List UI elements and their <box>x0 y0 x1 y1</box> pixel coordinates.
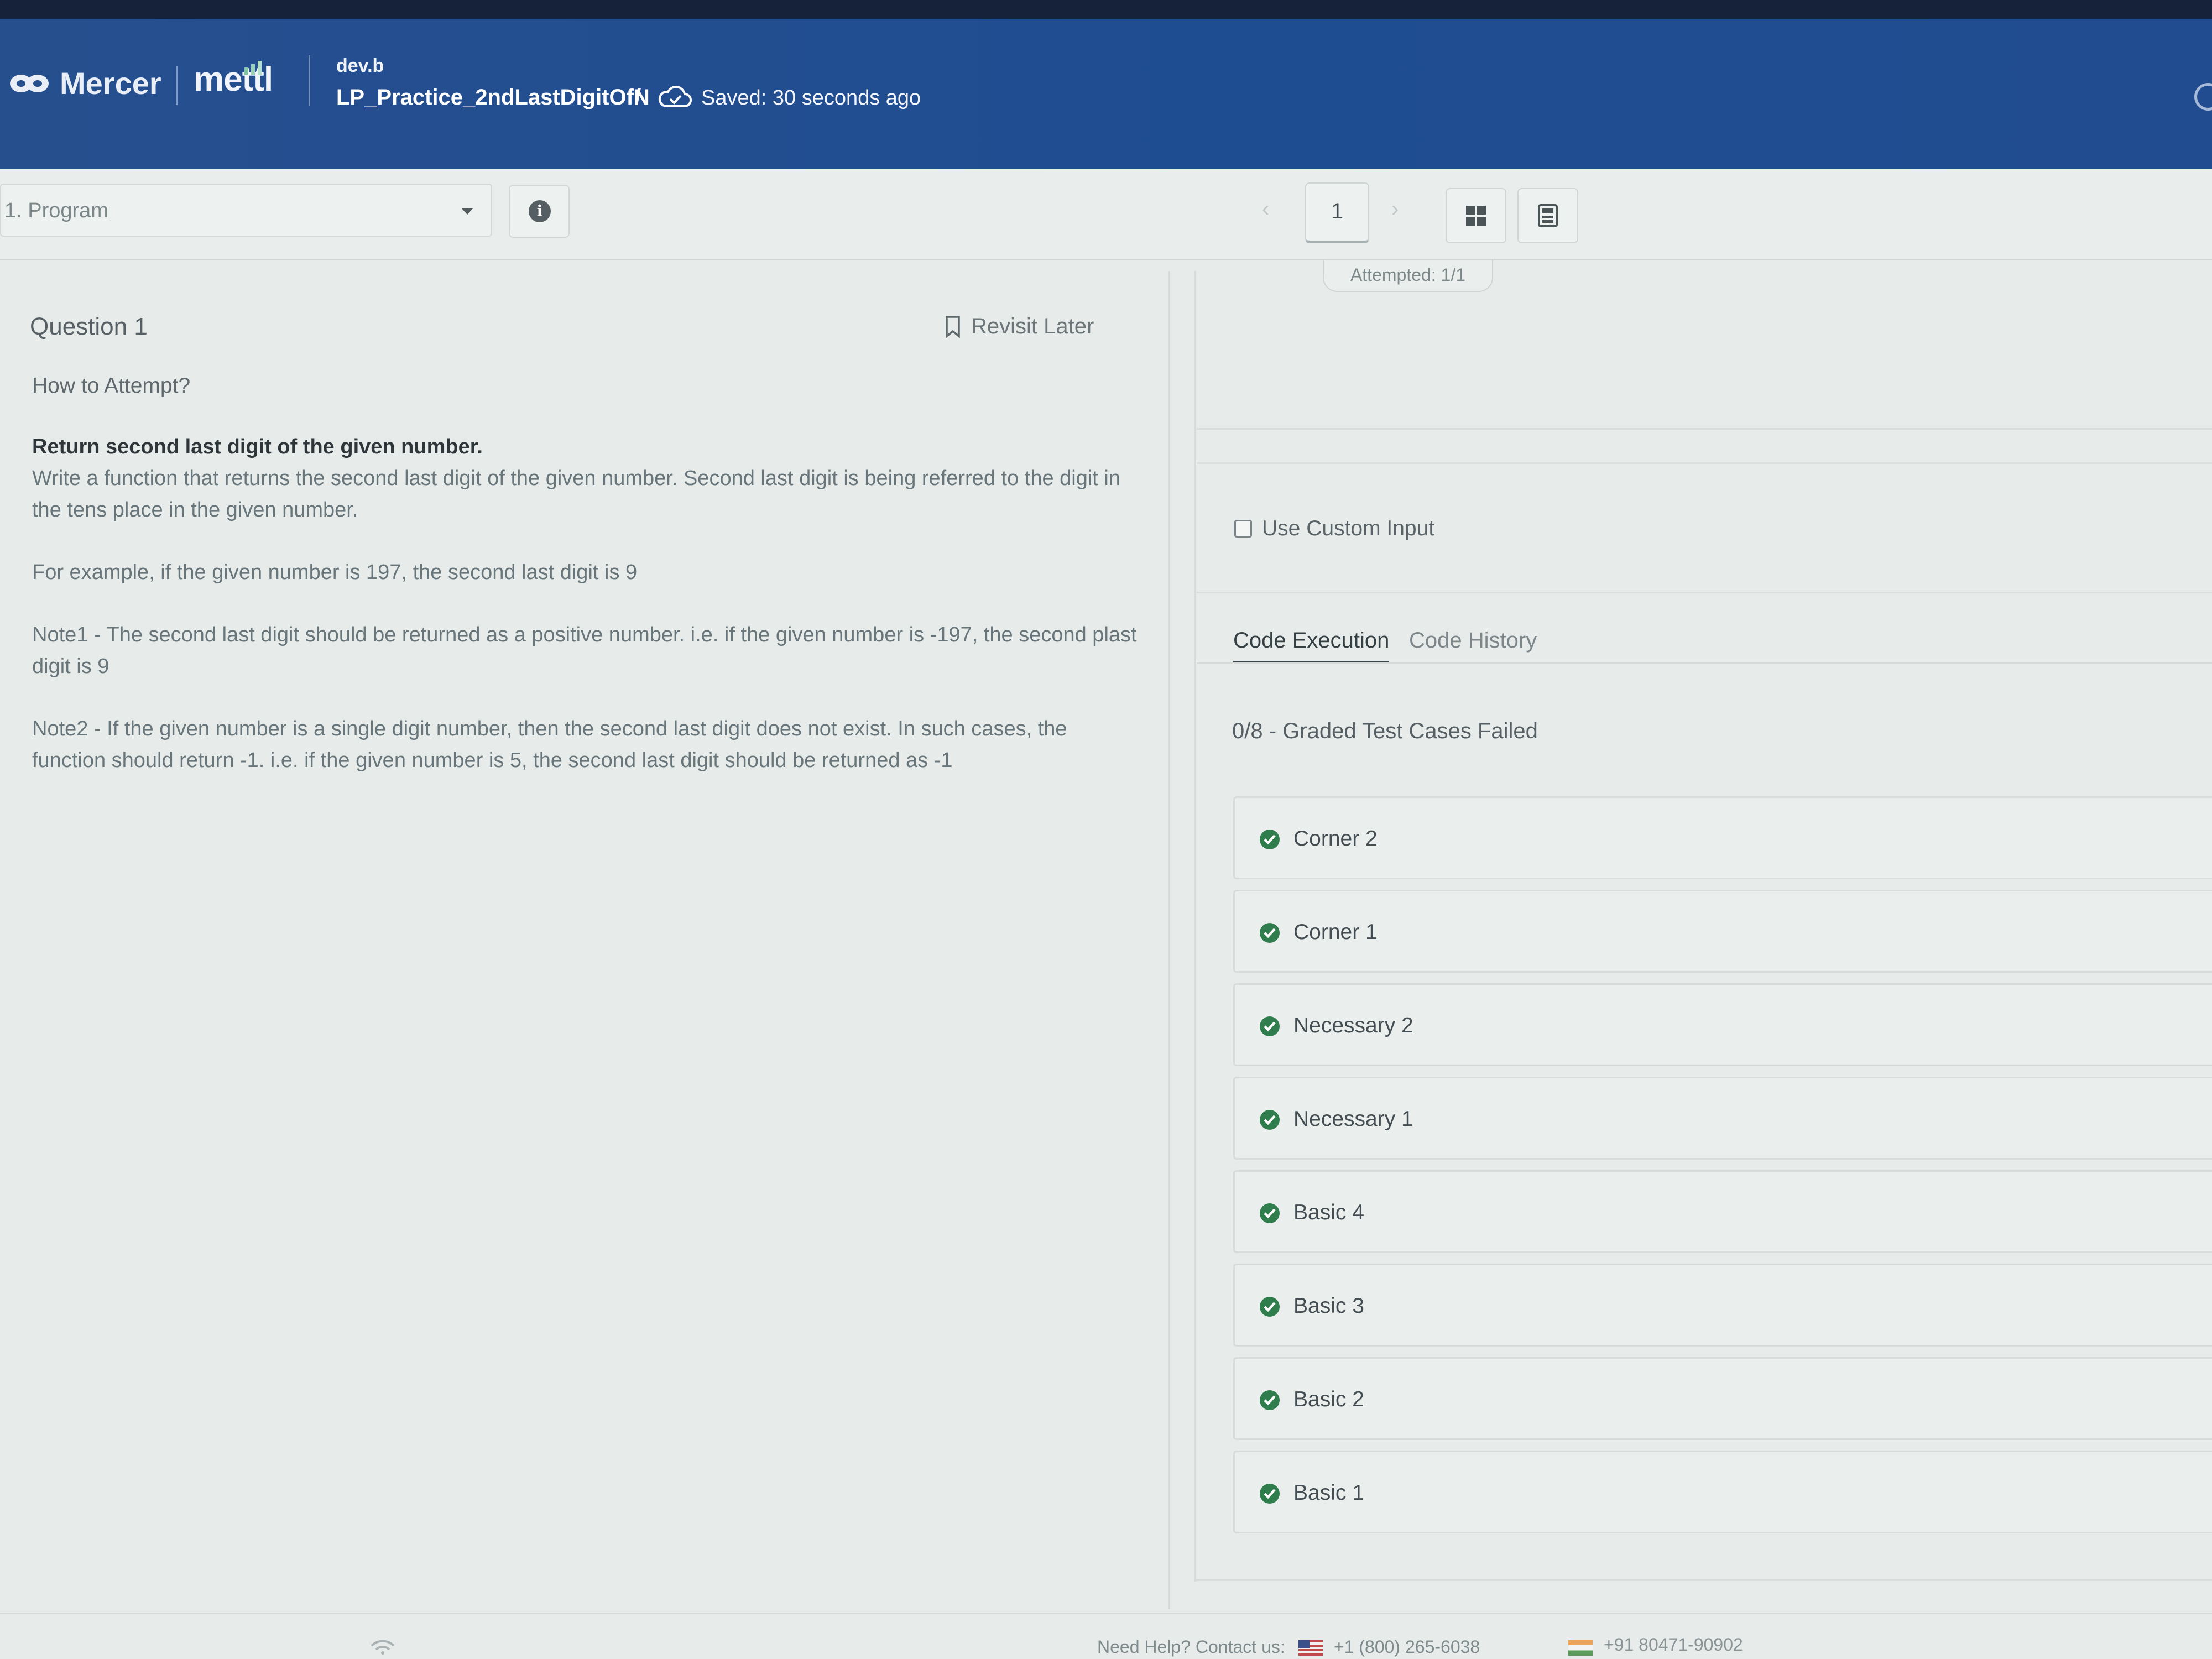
custom-input-toggle[interactable]: Use Custom Input <box>1234 517 1434 541</box>
section-select-value: 1. Program <box>4 199 108 222</box>
test-case-name: Basic 2 <box>1293 1387 1364 1411</box>
test-case-item[interactable]: Corner 2 <box>1233 796 2212 879</box>
revisit-later-button[interactable]: Revisit Later <box>945 314 1094 339</box>
tab-code-history[interactable]: Code History <box>1409 628 1537 661</box>
tab-code-execution[interactable]: Code Execution <box>1233 628 1390 664</box>
test-case-item[interactable]: Basic 2 <box>1233 1357 2212 1440</box>
test-case-name: Necessary 2 <box>1293 1014 1413 1037</box>
custom-input-label: Use Custom Input <box>1262 517 1435 540</box>
header-divider <box>309 55 310 106</box>
calculator-icon <box>1538 204 1558 227</box>
execution-panel-bottom <box>1194 1579 2212 1581</box>
grid-icon <box>1466 206 1486 226</box>
custom-input-checkbox[interactable] <box>1234 520 1252 538</box>
execution-panel-edge <box>1194 271 1196 1582</box>
test-case-name: Basic 3 <box>1293 1294 1364 1318</box>
how-to-attempt-link[interactable]: How to Attempt? <box>32 374 190 398</box>
question-grid-button[interactable] <box>1446 188 1506 243</box>
test-case-list: Corner 2 Corner 1 Necessary 2 Necessary … <box>1233 796 2212 1544</box>
check-circle-icon <box>1260 1390 1280 1410</box>
footer-help-label: Need Help? Contact us: <box>1097 1637 1285 1657</box>
top-strip <box>0 0 2212 19</box>
cloud-saved-icon <box>658 86 692 107</box>
footer-divider <box>0 1613 2212 1614</box>
check-circle-icon <box>1260 923 1280 943</box>
test-case-item[interactable]: Necessary 1 <box>1233 1077 2212 1160</box>
question-paragraph: Write a function that returns the second… <box>32 467 1120 521</box>
tabs-divider <box>1197 662 2212 664</box>
next-question-button[interactable]: › <box>1391 197 1399 222</box>
test-case-item[interactable]: Basic 4 <box>1233 1170 2212 1253</box>
question-heading: Return second last digit of the given nu… <box>32 435 483 458</box>
editor-bottom-divider <box>1197 428 2212 430</box>
test-case-item[interactable]: Basic 1 <box>1233 1451 2212 1533</box>
test-case-name: Necessary 1 <box>1293 1107 1413 1131</box>
saved-status: Saved: 30 seconds ago <box>701 86 921 109</box>
question-title: Question 1 <box>30 313 148 340</box>
wifi-icon <box>371 1640 395 1655</box>
section-select[interactable]: 1. Program <box>0 184 492 237</box>
mettl-bars-icon <box>244 61 262 75</box>
current-question-number[interactable]: 1 <box>1305 182 1369 243</box>
test-case-name: Corner 2 <box>1293 827 1378 851</box>
custom-input-divider <box>1197 592 2212 593</box>
bookmark-icon <box>946 315 960 338</box>
test-case-item[interactable]: Corner 1 <box>1233 890 2212 973</box>
question-note1: Note1 - The second last digit should be … <box>32 623 1137 678</box>
info-icon: i <box>529 200 551 222</box>
test-case-name: Basic 1 <box>1293 1481 1364 1505</box>
mercer-mark-icon <box>10 74 49 92</box>
attempted-badge: Attempted: 1/1 <box>1323 260 1493 292</box>
test-title: LP_Practice_2ndLastDigitOfN <box>336 85 650 109</box>
test-case-name: Corner 1 <box>1293 920 1378 944</box>
check-circle-icon <box>1260 1484 1280 1504</box>
chevron-down-icon <box>461 208 473 215</box>
prev-question-button[interactable]: ‹ <box>1262 197 1269 222</box>
question-example: For example, if the given number is 197,… <box>32 561 638 584</box>
check-circle-icon <box>1260 1203 1280 1223</box>
footer-phone-in[interactable]: +91 80471-90902 <box>1604 1635 1743 1655</box>
footer-phone-us[interactable]: +1 (800) 265-6038 <box>1334 1637 1480 1657</box>
test-case-item[interactable]: Basic 3 <box>1233 1264 2212 1347</box>
question-note2: Note2 - If the given number is a single … <box>32 717 1067 772</box>
info-button[interactable]: i <box>509 185 570 238</box>
check-circle-icon <box>1260 830 1280 849</box>
org-name: dev.b <box>336 55 384 76</box>
check-circle-icon <box>1260 1110 1280 1130</box>
mercer-logo: Mercer <box>8 65 161 101</box>
graded-summary: 0/8 - Graded Test Cases Failed <box>1232 719 1538 743</box>
test-case-item[interactable]: Necessary 2 <box>1233 983 2212 1066</box>
test-case-name: Basic 4 <box>1293 1201 1364 1224</box>
title-separator: / <box>635 85 641 109</box>
india-flag-icon <box>1568 1640 1593 1656</box>
panel-divider[interactable] <box>1168 271 1170 1609</box>
mercer-wordmark: Mercer <box>60 66 161 101</box>
check-circle-icon <box>1260 1297 1280 1317</box>
us-flag-icon <box>1298 1640 1323 1656</box>
logo-divider <box>176 66 178 105</box>
execution-divider <box>1197 462 2212 464</box>
revisit-later-label: Revisit Later <box>971 314 1094 338</box>
check-circle-icon <box>1260 1016 1280 1036</box>
calculator-button[interactable] <box>1517 188 1578 243</box>
question-body: Return second last digit of the given nu… <box>32 431 1144 807</box>
app-header <box>0 19 2212 169</box>
